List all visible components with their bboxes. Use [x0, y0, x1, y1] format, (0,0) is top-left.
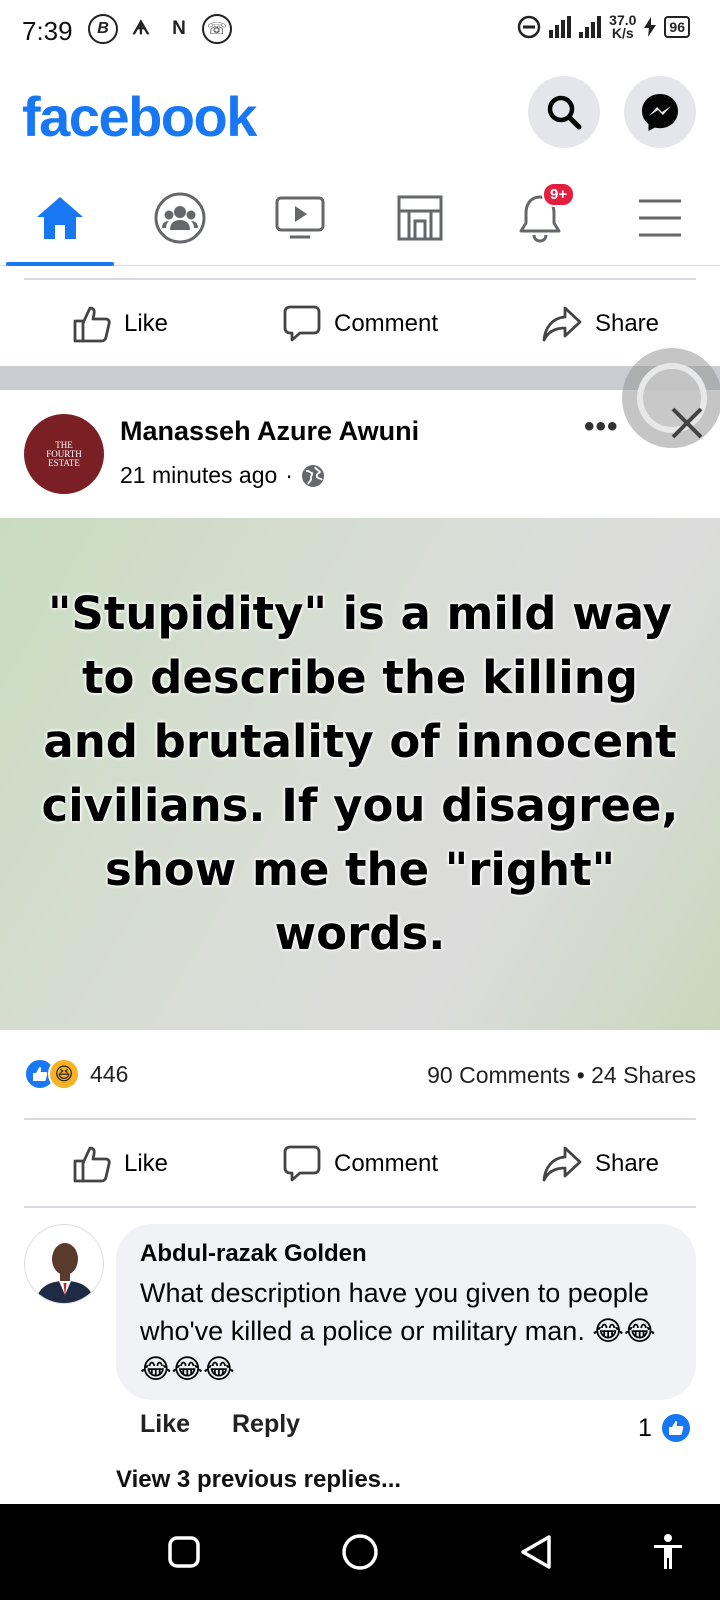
comment-reaction-count[interactable]: 1 [638, 1412, 692, 1444]
prev-post-action-bar: Like Comment Share [0, 280, 720, 368]
signal-icon [549, 16, 572, 38]
commenter-avatar[interactable] [24, 1224, 104, 1304]
main-tab-bar: 9+ [0, 170, 720, 266]
globe-icon [301, 464, 324, 487]
status-time: 7:39 [22, 16, 73, 46]
thumbs-up-icon [73, 1146, 111, 1183]
share-label: Share [594, 310, 660, 337]
search-icon [547, 95, 582, 130]
like-label: Like [123, 310, 169, 337]
comment-reply-button[interactable]: Reply [232, 1410, 300, 1439]
post-text-image[interactable]: "Stupidity" is a mild way to describe th… [0, 518, 720, 1030]
dnd-icon [517, 15, 541, 39]
marketplace-icon [397, 195, 443, 241]
comment-icon [283, 1145, 321, 1182]
android-navigation-bar [0, 1504, 720, 1600]
search-button[interactable] [528, 76, 600, 148]
home-nav-button[interactable] [332, 1524, 388, 1580]
facebook-logo[interactable]: facebook [22, 84, 257, 149]
tab-home[interactable] [0, 170, 120, 266]
tab-marketplace[interactable] [360, 170, 480, 266]
post-options-button[interactable]: ••• [584, 410, 619, 444]
reactions-summary[interactable]: 😆 446 [24, 1058, 128, 1090]
back-triangle-icon [521, 1535, 551, 1569]
groups-icon [154, 192, 206, 244]
tab-notifications[interactable]: 9+ [480, 170, 600, 266]
comment-icon [283, 305, 321, 342]
post-meta: 21 minutes ago · [120, 462, 325, 489]
post-stats: 😆 446 90 Comments • 24 Shares [24, 1058, 696, 1094]
post-quote-text: "Stupidity" is a mild way to describe th… [41, 587, 679, 960]
tab-menu[interactable] [600, 170, 720, 266]
network-speed: 37.0 K/s [609, 12, 637, 41]
divider [24, 1206, 696, 1208]
hamburger-menu-icon [639, 199, 681, 237]
status-notification-icons: B ᗗ N ☏ [88, 14, 232, 44]
battery-indicator: 96 [664, 16, 690, 38]
b-app-icon: B [88, 14, 118, 44]
share-button[interactable]: Share [480, 1120, 720, 1208]
home-circle-icon [342, 1534, 378, 1570]
author-avatar[interactable]: THE FOURTH ESTATE [24, 414, 104, 494]
accessibility-button[interactable] [640, 1524, 696, 1580]
post-action-bar: Like Comment Share [0, 1120, 720, 1208]
like-label: Like [123, 1150, 169, 1177]
comment-like-count: 1 [638, 1413, 652, 1442]
comment-like-button[interactable]: Like [140, 1410, 190, 1439]
share-label: Share [594, 1150, 660, 1177]
like-reaction-icon [659, 1412, 692, 1444]
signal-icon-2 [579, 16, 602, 38]
avatar-logo-text-3: ESTATE [48, 457, 80, 468]
comment-button[interactable]: Comment [240, 280, 480, 368]
like-button[interactable]: Like [0, 1120, 240, 1208]
share-icon [542, 1146, 582, 1182]
bird-app-icon: ᗗ [132, 18, 150, 39]
tab-watch[interactable] [240, 170, 360, 266]
haha-reaction-icon: 😆 [48, 1058, 80, 1090]
close-icon [671, 407, 703, 439]
comment-label: Comment [333, 1150, 439, 1177]
commenter-name[interactable]: Abdul-razak Golden [140, 1240, 672, 1268]
thumbs-up-icon [73, 306, 111, 343]
back-button[interactable] [508, 1524, 564, 1580]
notification-badge: 9+ [542, 182, 576, 207]
video-icon [275, 196, 325, 239]
share-icon [542, 306, 582, 342]
charging-icon [644, 17, 657, 37]
post-author-name[interactable]: Manasseh Azure Awuni [120, 416, 419, 447]
messenger-button[interactable] [624, 76, 696, 148]
view-previous-replies-link[interactable]: View 3 previous replies... [116, 1466, 401, 1494]
post-timestamp[interactable]: 21 minutes ago [120, 462, 277, 489]
like-button[interactable]: Like [0, 280, 240, 368]
person-avatar-icon [25, 1225, 103, 1303]
comments-shares-count[interactable]: 90 Comments • 24 Shares [427, 1062, 696, 1089]
feed-separator [0, 366, 720, 390]
reaction-count: 446 [90, 1060, 129, 1087]
status-bar: 7:39 B ᗗ N ☏ 37.0 K/s 96 [0, 0, 720, 66]
comment-bubble[interactable]: Abdul-razak Golden What description have… [116, 1224, 696, 1400]
hide-post-button[interactable] [622, 348, 720, 448]
whatsapp-icon: ☏ [202, 14, 232, 44]
n-app-icon: N [172, 18, 186, 39]
comment-text: What description have you given to peopl… [140, 1278, 656, 1384]
comment-label: Comment [333, 310, 439, 337]
accessibility-icon [654, 1534, 682, 1569]
home-icon [37, 197, 83, 239]
tab-groups[interactable] [120, 170, 240, 266]
meta-separator: · [285, 462, 293, 488]
comment-button[interactable]: Comment [240, 1120, 480, 1208]
recents-button[interactable] [156, 1524, 212, 1580]
status-system-icons: 37.0 K/s 96 [517, 12, 690, 41]
messenger-icon [642, 94, 678, 131]
recents-icon [168, 1536, 200, 1568]
